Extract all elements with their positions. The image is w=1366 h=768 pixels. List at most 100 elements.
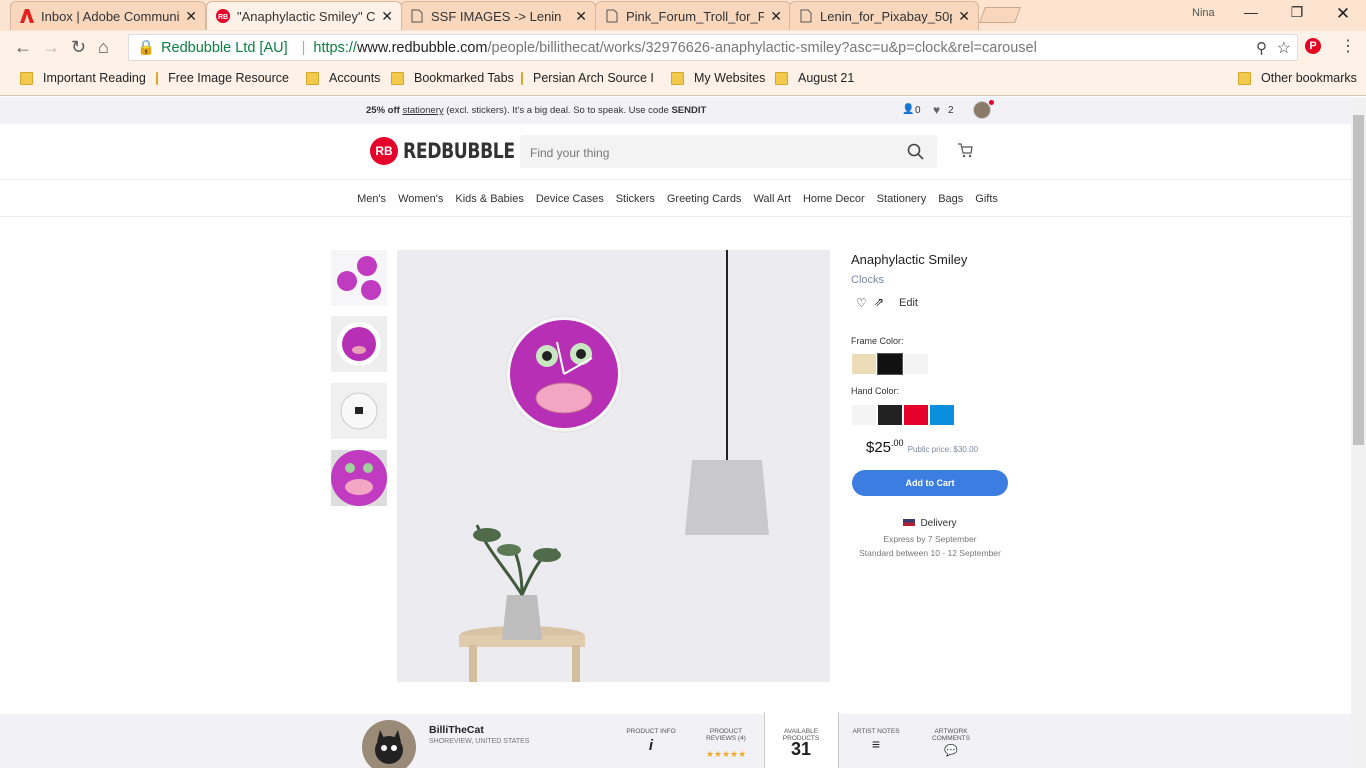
cart-icon[interactable] <box>957 142 973 158</box>
promo-link[interactable]: stationery <box>402 105 443 116</box>
hand-color-white[interactable] <box>852 405 876 425</box>
nav-wall-art[interactable]: Wall Art <box>753 193 791 205</box>
new-tab-button[interactable] <box>979 7 1021 23</box>
hand-color-blue[interactable] <box>930 405 954 425</box>
thumbnail-three-clocks[interactable] <box>331 250 387 306</box>
folder-icon <box>775 71 788 85</box>
heart-count: 2 <box>948 105 954 116</box>
artist-avatar[interactable] <box>362 720 416 768</box>
restore-icon[interactable]: ❐ <box>1282 4 1312 24</box>
bookmark-folder[interactable]: Bookmarked Tabs <box>391 71 514 85</box>
url-host: www.redbubble.com <box>356 39 488 56</box>
adobe-icon <box>19 8 35 24</box>
nav-gifts[interactable]: Gifts <box>975 193 998 205</box>
product-title: Anaphylactic Smiley <box>851 252 968 267</box>
pinterest-icon[interactable]: P <box>1305 38 1321 54</box>
products-count: 31 <box>790 739 812 759</box>
thumbnail-artwork[interactable] <box>331 450 387 506</box>
hand-color-red[interactable] <box>904 405 928 425</box>
close-tab-icon[interactable]: ✕ <box>381 8 393 25</box>
edit-link[interactable]: Edit <box>899 297 918 309</box>
hand-color-black[interactable] <box>878 405 902 425</box>
bookmark-folder[interactable]: My Websites <box>671 71 765 85</box>
stat-product-reviews[interactable]: PRODUCT REVIEWS (4) ★★★★★ <box>701 728 751 759</box>
home-icon[interactable]: ⌂ <box>98 37 109 58</box>
thumbnail-clock-front[interactable] <box>331 316 387 372</box>
product-type-link[interactable]: Clocks <box>851 274 884 286</box>
add-to-cart-button[interactable]: Add to Cart <box>852 470 1008 496</box>
frame-color-black[interactable] <box>877 353 903 375</box>
site-identity[interactable]: Redbubble Ltd [AU] <box>161 40 288 56</box>
search-input[interactable]: Find your thing <box>520 135 937 168</box>
account-avatar[interactable] <box>973 101 991 119</box>
nav-kids-babies[interactable]: Kids & Babies <box>455 193 523 205</box>
bookmark-folder[interactable]: Free Image Resource <box>156 71 289 85</box>
tab-lenin[interactable]: Lenin_for_Pixabay_50px.p ✕ <box>789 1 979 30</box>
nav-greeting-cards[interactable]: Greeting Cards <box>667 193 742 205</box>
tab-adobe[interactable]: Inbox | Adobe Communit ✕ <box>10 1 206 30</box>
us-flag-icon <box>903 519 916 526</box>
stat-available-products[interactable]: AVAILABLE PRODUCTS 31 <box>776 728 826 759</box>
frame-color-label: Frame Color: <box>851 336 904 346</box>
bookmark-folder[interactable]: Important Reading <box>20 71 146 85</box>
favorite-heart-icon[interactable]: ♡ <box>856 296 867 310</box>
artist-name[interactable]: BilliTheCat <box>429 724 484 736</box>
tab-pink-forum[interactable]: Pink_Forum_Troll_for_Pixa ✕ <box>595 1 791 30</box>
close-tab-icon[interactable]: ✕ <box>185 8 197 25</box>
heart-icon[interactable]: ♥ <box>933 103 940 117</box>
stat-label: ARTIST NOTES <box>852 728 900 735</box>
page-scrollbar[interactable] <box>1351 97 1366 768</box>
close-window-icon[interactable]: ✕ <box>1328 4 1358 24</box>
stat-label: PRODUCT REVIEWS (4) <box>706 728 746 742</box>
bookmark-label: Bookmarked Tabs <box>414 71 514 85</box>
share-icon[interactable]: ⇗ <box>874 295 884 309</box>
profile-name[interactable]: Nina <box>1192 7 1215 19</box>
tab-redbubble[interactable]: RB "Anaphylactic Smiley" Clo ✕ <box>206 1 402 30</box>
nav-mens[interactable]: Men's <box>357 193 386 205</box>
delivery-info: Delivery Express by 7 September Standard… <box>852 518 1008 558</box>
product-main-image[interactable] <box>397 250 830 682</box>
public-price: Public price: $30.00 <box>907 445 978 454</box>
bookmark-folder[interactable]: Persian Arch Source I <box>521 71 653 85</box>
frame-color-natural[interactable] <box>852 354 876 374</box>
bookmark-folder[interactable]: August 21 <box>775 71 854 85</box>
promo-code: SENDIT <box>671 105 707 116</box>
menu-icon[interactable]: ⋮ <box>1340 36 1356 56</box>
nav-stationery[interactable]: Stationery <box>877 193 927 205</box>
browser-chrome: Inbox | Adobe Communit ✕ RB "Anaphylacti… <box>0 0 1366 96</box>
forward-icon[interactable]: → <box>42 37 60 58</box>
folder-icon <box>20 71 33 85</box>
close-tab-icon[interactable]: ✕ <box>575 8 587 25</box>
nav-stickers[interactable]: Stickers <box>616 193 655 205</box>
stat-artwork-comments[interactable]: ARTWORK COMMENTS 💬 <box>926 728 976 757</box>
stat-label: ARTWORK COMMENTS <box>932 728 970 742</box>
search-icon[interactable] <box>907 143 924 160</box>
redbubble-logo[interactable]: RB REDBUBBLE <box>370 137 539 165</box>
zoom-search-icon[interactable]: ⚲ <box>1256 39 1267 57</box>
nav-home-decor[interactable]: Home Decor <box>803 193 865 205</box>
address-bar[interactable]: 🔒 Redbubble Ltd [AU] | https://www.redbu… <box>128 34 1298 61</box>
close-tab-icon[interactable]: ✕ <box>770 8 782 25</box>
folder-icon <box>391 71 404 85</box>
bookmarks-bar: Important Reading Free Image Resource Ac… <box>0 64 1366 96</box>
bookmark-label: My Websites <box>694 71 766 85</box>
close-tab-icon[interactable]: ✕ <box>958 8 970 25</box>
user-icon[interactable]: 👤 <box>902 104 914 115</box>
nav-bags[interactable]: Bags <box>938 193 963 205</box>
stat-product-info[interactable]: PRODUCT INFO i <box>626 728 676 753</box>
bookmark-label: Important Reading <box>43 71 146 85</box>
stat-artist-notes[interactable]: ARTIST NOTES ≡ <box>851 728 901 751</box>
back-icon[interactable]: ← <box>14 37 32 58</box>
minimize-icon[interactable]: — <box>1236 4 1266 24</box>
thumbnail-clock-back[interactable] <box>331 383 387 439</box>
nav-device-cases[interactable]: Device Cases <box>536 193 604 205</box>
frame-color-white[interactable] <box>904 354 928 374</box>
bookmark-folder[interactable]: Accounts <box>306 71 380 85</box>
delivery-label[interactable]: Delivery <box>920 518 956 529</box>
tab-ssf-images[interactable]: SSF IMAGES -> Lenin ✕ <box>400 1 596 30</box>
other-bookmarks[interactable]: Other bookmarks <box>1238 71 1357 85</box>
bookmark-star-icon[interactable]: ☆ <box>1277 38 1291 58</box>
nav-womens[interactable]: Women's <box>398 193 443 205</box>
reload-icon[interactable]: ↻ <box>71 37 86 58</box>
scrollbar-thumb[interactable] <box>1353 115 1364 445</box>
